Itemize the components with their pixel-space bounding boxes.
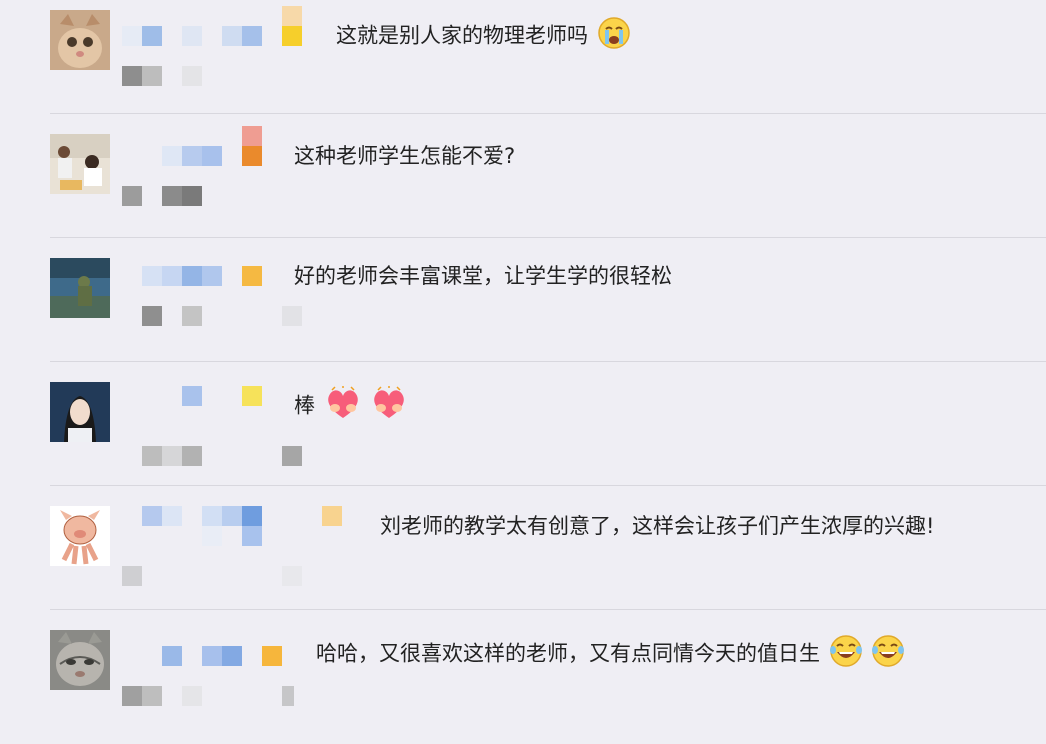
username-pixelated[interactable] — [122, 26, 142, 46]
meta-pixelated — [182, 186, 202, 206]
divider — [50, 609, 1046, 610]
comment-item: 棒 — [0, 372, 1046, 496]
username-pixelated[interactable] — [162, 646, 182, 666]
divider — [50, 361, 1046, 362]
meta-pixelated — [122, 66, 142, 86]
username-pixelated[interactable] — [202, 266, 222, 286]
comment-item: 刘老师的教学太有创意了，这样会让孩子们产生浓厚的兴趣! — [0, 496, 1046, 620]
username-pixelated[interactable] — [142, 506, 162, 526]
comment-text: 刘老师的教学太有创意了，这样会让孩子们产生浓厚的兴趣! — [380, 512, 934, 540]
comment-text: 好的老师会丰富课堂，让学生学的很轻松 — [294, 262, 672, 290]
meta-pixelated — [182, 306, 202, 326]
comment-text-content: 这种老师学生怎能不爱? — [294, 144, 516, 168]
badge-pixelated — [242, 126, 262, 146]
meta-pixelated — [282, 566, 302, 586]
username-pixelated[interactable] — [202, 146, 222, 166]
username-pixelated[interactable] — [242, 506, 262, 526]
meta-pixelated — [282, 446, 302, 466]
badge-pixelated — [242, 146, 262, 166]
username-pixelated[interactable] — [142, 26, 162, 46]
comment-text: 这就是别人家的物理老师吗 — [336, 16, 631, 57]
meta-pixelated — [282, 686, 294, 706]
cartoon-pig-avatar[interactable] — [50, 506, 110, 566]
laughing-emoji-icon — [871, 634, 905, 675]
username-pixelated[interactable] — [202, 646, 222, 666]
username-pixelated[interactable] — [162, 146, 182, 166]
meta-pixelated — [282, 306, 302, 326]
comment-text: 棒 — [294, 386, 408, 427]
username-pixelated[interactable] — [182, 146, 202, 166]
badge-pixelated — [242, 266, 262, 286]
badge-pixelated — [242, 386, 262, 406]
statue-avatar[interactable] — [50, 258, 110, 318]
comment-item: 好的老师会丰富课堂，让学生学的很轻松 — [0, 248, 1046, 372]
meta-pixelated — [122, 186, 142, 206]
username-pixelated[interactable] — [182, 386, 202, 406]
grey-cat-avatar[interactable] — [50, 630, 110, 690]
username-pixelated[interactable] — [162, 506, 182, 526]
badge-pixelated — [282, 6, 302, 26]
meta-pixelated — [122, 686, 142, 706]
comment-text-content: 棒 — [294, 393, 315, 418]
meta-pixelated — [142, 306, 162, 326]
heart-emoji-icon — [324, 386, 362, 427]
username-pixelated[interactable] — [222, 646, 242, 666]
meta-pixelated — [142, 446, 162, 466]
comment-text-content: 这就是别人家的物理老师吗 — [336, 23, 588, 48]
meta-pixelated — [182, 66, 202, 86]
meta-pixelated — [122, 566, 142, 586]
username-pixelated[interactable] — [162, 266, 182, 286]
username-pixelated[interactable] — [242, 526, 262, 546]
divider — [50, 113, 1046, 114]
username-pixelated[interactable] — [182, 266, 202, 286]
crying-emoji-icon — [597, 16, 631, 57]
meta-pixelated — [142, 686, 162, 706]
badge-pixelated — [282, 26, 302, 46]
meta-pixelated — [182, 446, 202, 466]
username-pixelated[interactable] — [202, 506, 222, 526]
comment-text: 这种老师学生怎能不爱? — [294, 142, 515, 170]
comment-text-content: 好的老师会丰富课堂，让学生学的很轻松 — [294, 264, 672, 288]
woman-avatar[interactable] — [50, 382, 110, 442]
badge-pixelated — [262, 646, 282, 666]
meta-pixelated — [162, 186, 182, 206]
comment-item: 这种老师学生怎能不爱? — [0, 124, 1046, 248]
comment-item: 哈哈，又很喜欢这样的老师，又有点同情今天的值日生 — [0, 620, 1046, 744]
meta-pixelated — [142, 66, 162, 86]
comment-item: 这就是别人家的物理老师吗 — [0, 0, 1046, 124]
username-pixelated[interactable] — [222, 26, 242, 46]
username-pixelated[interactable] — [202, 526, 222, 546]
comment-text: 哈哈，又很喜欢这样的老师，又有点同情今天的值日生 — [316, 634, 905, 675]
comment-text-content: 哈哈，又很喜欢这样的老师，又有点同情今天的值日生 — [316, 641, 820, 666]
username-pixelated[interactable] — [182, 26, 202, 46]
heart-emoji-icon — [370, 386, 408, 427]
cat-avatar[interactable] — [50, 10, 110, 70]
username-pixelated[interactable] — [142, 266, 162, 286]
username-pixelated[interactable] — [222, 506, 242, 526]
comment-text-content: 刘老师的教学太有创意了，这样会让孩子们产生浓厚的兴趣! — [380, 514, 935, 538]
meta-pixelated — [182, 686, 202, 706]
laughing-emoji-icon — [829, 634, 863, 675]
divider — [50, 237, 1046, 238]
badge-pixelated — [322, 506, 342, 526]
meta-pixelated — [162, 446, 182, 466]
photo-avatar[interactable] — [50, 134, 110, 194]
username-pixelated[interactable] — [242, 26, 262, 46]
divider — [50, 485, 1046, 486]
